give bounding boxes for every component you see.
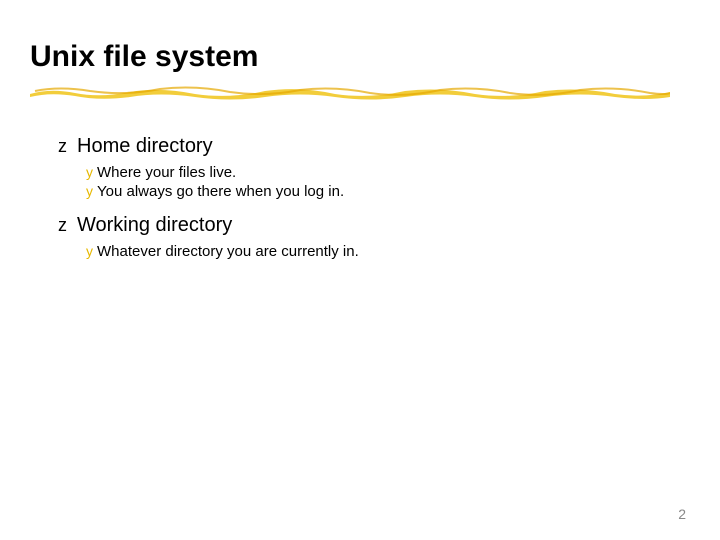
bullet-level1-icon: z: [58, 136, 67, 157]
list-item: z Working directory: [58, 214, 690, 237]
list-item: y You always go there when you log in.: [86, 183, 690, 200]
list-item-text: Where your files live.: [97, 164, 236, 181]
page-title: Unix file system: [30, 40, 690, 74]
list-item: y Whatever directory you are currently i…: [86, 243, 690, 260]
list-item-heading: Working directory: [77, 214, 232, 237]
list-item-text: Whatever directory you are currently in.: [97, 243, 359, 260]
sub-list: y Where your files live. y You always go…: [86, 164, 690, 200]
content-area: z Home directory y Where your files live…: [58, 135, 690, 260]
list-item-heading: Home directory: [77, 135, 213, 158]
sub-list: y Whatever directory you are currently i…: [86, 243, 690, 260]
page-number: 2: [678, 506, 686, 522]
title-underline-decoration: [30, 82, 670, 102]
bullet-level2-icon: y: [86, 243, 93, 259]
list-item: z Home directory: [58, 135, 690, 158]
slide: Unix file system z Home directory y Wher…: [0, 0, 720, 540]
bullet-level1-icon: z: [58, 215, 67, 236]
bullet-level2-icon: y: [86, 164, 93, 180]
list-item: y Where your files live.: [86, 164, 690, 181]
bullet-level2-icon: y: [86, 183, 93, 199]
list-item-text: You always go there when you log in.: [97, 183, 344, 200]
